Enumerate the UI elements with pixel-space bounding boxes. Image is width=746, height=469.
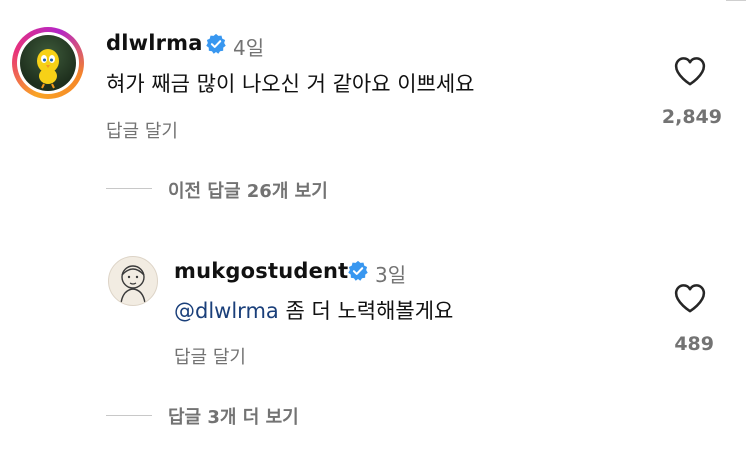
view-previous-replies-button[interactable]: 이전 답글 26개 보기: [168, 177, 328, 203]
comment-reply-button[interactable]: 답글 달기: [106, 117, 178, 143]
comment-username[interactable]: dlwlrma: [106, 31, 203, 55]
reply-body: 좀 더 노력해볼게요: [285, 299, 454, 323]
avatar-mukgostudent[interactable]: [108, 256, 158, 306]
reply-username[interactable]: mukgostudent: [174, 259, 348, 283]
reply-mention-link[interactable]: @dlwlrma: [174, 299, 279, 323]
comment-like-count: 2,849: [661, 106, 722, 128]
reply-like-count: 489: [674, 333, 714, 355]
avatar-dlwlrma[interactable]: [12, 27, 84, 99]
reply-text: @dlwlrma 좀 더 노력해볼게요: [174, 295, 453, 325]
reply-time: 3일: [375, 263, 407, 287]
top-divider: [726, 0, 746, 1]
reply-reply-button[interactable]: 답글 달기: [174, 343, 246, 369]
view-more-replies-button[interactable]: 답글 3개 더 보기: [168, 403, 299, 429]
verified-badge-icon: [206, 33, 226, 54]
heart-icon[interactable]: [673, 282, 707, 314]
heart-icon[interactable]: [673, 55, 707, 87]
thread-line: [106, 188, 152, 189]
verified-badge-icon: [348, 260, 368, 281]
comment-time: 4일: [233, 36, 265, 60]
thread-line: [106, 415, 152, 416]
comment-text: 혀가 째금 많이 나오신 거 같아요 이쁘세요: [106, 72, 475, 96]
